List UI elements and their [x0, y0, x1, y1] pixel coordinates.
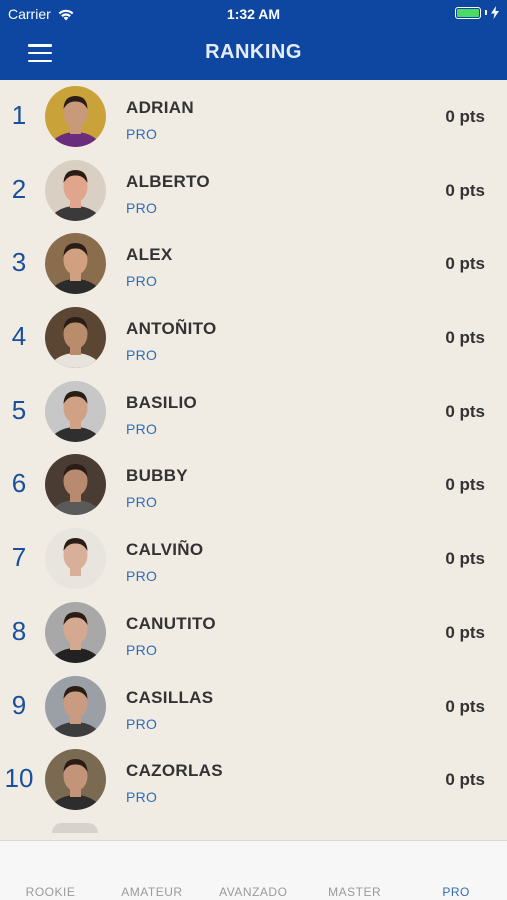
player-level: PRO	[126, 568, 158, 585]
player-level: PRO	[126, 789, 158, 806]
ranking-row[interactable]: 10 CAZORLAS PRO 0 pts	[0, 743, 507, 817]
avatar	[45, 528, 106, 590]
player-level: PRO	[126, 273, 158, 290]
player-name: ALEX	[126, 245, 173, 265]
battery-indicator	[455, 6, 499, 19]
player-points: 0 pts	[445, 696, 485, 716]
player-name: ADRIAN	[126, 98, 194, 117]
player-level: PRO	[126, 494, 158, 511]
avatar	[45, 601, 106, 663]
player-level: PRO	[126, 715, 158, 732]
ranking-row[interactable]: 9 CASILLAS PRO 0 pts	[0, 670, 507, 744]
player-level: PRO	[126, 126, 158, 142]
player-points: 0 pts	[445, 549, 485, 569]
player-points: 0 pts	[445, 107, 485, 126]
ranking-row[interactable]: 7 CALVIÑO PRO 0 pts	[0, 522, 507, 596]
player-name: ANTOÑITO	[126, 319, 217, 339]
tab-pro[interactable]: PRO	[406, 885, 507, 899]
player-name: BASILIO	[126, 392, 198, 412]
player-points: 0 pts	[445, 622, 485, 642]
avatar	[45, 159, 106, 221]
ranking-row[interactable]: 2 ALBERTO PRO 0 pts	[0, 154, 507, 228]
avatar	[45, 86, 106, 147]
avatar	[45, 675, 106, 737]
player-level: PRO	[126, 420, 158, 437]
page-title: RANKING	[205, 41, 302, 63]
ranking-list[interactable]: 1 ADRIAN PRO 0 pts 2 ALBERTO PRO 0 pts 3…	[0, 80, 507, 840]
player-name: BUBBY	[126, 466, 188, 486]
ranking-row[interactable]: 4 ANTOÑITO PRO 0 pts	[0, 301, 507, 375]
rank-number: 6	[11, 468, 27, 499]
player-name: ALBERTO	[126, 171, 210, 191]
level-tab-bar: ROOKIE AMATEUR AVANZADO MASTER PRO	[0, 840, 507, 900]
ranking-row[interactable]: 1 ADRIAN PRO 0 pts	[0, 80, 507, 154]
status-time: 1:32 AM	[226, 6, 281, 22]
app-header: Carrier 1:32 AM RANKING	[0, 0, 507, 80]
player-name: CANUTITO	[126, 613, 216, 633]
rank-number: 4	[11, 321, 27, 352]
player-name: CASILLAS	[126, 687, 214, 707]
player-level: PRO	[126, 199, 158, 216]
partial-avatar	[52, 823, 98, 833]
status-bar: Carrier 1:32 AM	[0, 0, 507, 28]
battery-icon	[455, 6, 481, 19]
rank-number: 2	[11, 173, 27, 204]
rank-number: 3	[11, 247, 27, 278]
player-level: PRO	[126, 641, 158, 658]
tab-avanzado[interactable]: AVANZADO	[203, 885, 304, 899]
avatar	[45, 307, 106, 369]
ranking-row[interactable]: 6 BUBBY PRO 0 pts	[0, 448, 507, 522]
charging-bolt-icon	[491, 6, 499, 19]
player-points: 0 pts	[445, 475, 485, 495]
ranking-row[interactable]: 3 ALEX PRO 0 pts	[0, 227, 507, 301]
ranking-row[interactable]: 5 BASILIO PRO 0 pts	[0, 375, 507, 449]
player-points: 0 pts	[445, 401, 485, 421]
navigation-bar: RANKING	[0, 28, 507, 80]
rank-number: 7	[11, 542, 27, 573]
player-points: 0 pts	[445, 180, 485, 200]
avatar	[45, 749, 106, 811]
player-name: CAZORLAS	[126, 761, 223, 781]
avatar	[45, 233, 106, 295]
avatar	[45, 454, 106, 516]
player-level: PRO	[126, 347, 158, 364]
tab-amateur[interactable]: AMATEUR	[101, 885, 202, 899]
avatar	[45, 380, 106, 442]
player-points: 0 pts	[445, 254, 485, 274]
rank-number: 5	[11, 394, 27, 425]
rank-number: 1	[11, 100, 27, 130]
rank-number: 8	[11, 615, 27, 646]
tab-rookie[interactable]: ROOKIE	[0, 885, 101, 899]
rank-number: 9	[11, 689, 27, 720]
ranking-row[interactable]: 8 CANUTITO PRO 0 pts	[0, 596, 507, 670]
player-points: 0 pts	[445, 770, 485, 790]
player-points: 0 pts	[445, 328, 485, 348]
rank-number: 10	[4, 763, 34, 794]
tab-master[interactable]: MASTER	[304, 885, 405, 899]
player-name: CALVIÑO	[126, 540, 204, 560]
